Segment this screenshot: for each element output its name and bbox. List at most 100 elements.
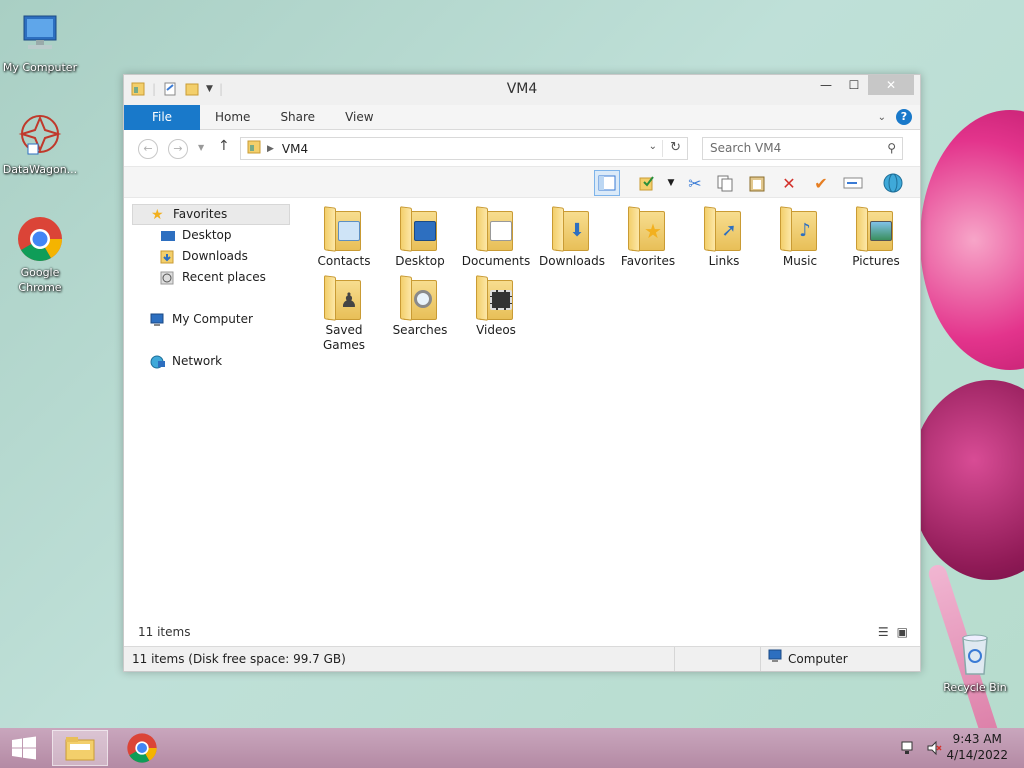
back-button[interactable]: ← <box>138 139 158 159</box>
desktop-icon-label: My Computer <box>2 61 78 74</box>
nav-label: Downloads <box>182 249 248 263</box>
start-button[interactable] <box>0 730 48 766</box>
file-item-saved-games[interactable]: ♟ Saved Games <box>306 270 382 352</box>
file-item-links[interactable]: ➚ Links <box>686 201 762 270</box>
chevron-right-icon[interactable]: ▶ <box>267 144 274 154</box>
checkmark-icon[interactable]: ✔ <box>808 170 834 196</box>
help-icon[interactable]: ? <box>896 109 912 125</box>
nav-item-recent-places[interactable]: Recent places <box>132 267 290 288</box>
ribbon-tabs: File Home Share View ⌄ ? <box>124 105 920 174</box>
refresh-icon[interactable]: ↻ <box>670 140 681 155</box>
downloads-folder-icon: ⬇ <box>552 205 592 252</box>
folder-icon <box>247 140 261 157</box>
star-icon: ★ <box>151 206 164 223</box>
clock-date: 4/14/2022 <box>946 748 1008 762</box>
documents-folder-icon <box>476 205 516 252</box>
status-text: 11 items (Disk free space: 99.7 GB) <box>132 652 346 666</box>
computer-icon <box>768 647 784 671</box>
datawagon-icon <box>16 112 64 160</box>
desktop-icon-recycle-bin[interactable]: Recycle Bin <box>935 630 1015 695</box>
rename-icon[interactable] <box>840 170 866 196</box>
tab-view[interactable]: View <box>330 105 388 129</box>
nav-label: Favorites <box>173 207 228 221</box>
preview-pane-button[interactable] <box>594 170 620 196</box>
nav-item-favorites[interactable]: ★ Favorites <box>132 204 290 225</box>
file-item-searches[interactable]: Searches <box>382 270 458 339</box>
file-item-contacts[interactable]: Contacts <box>306 201 382 270</box>
chevron-down-icon[interactable]: ⌄ <box>649 141 657 152</box>
tab-share[interactable]: Share <box>265 105 330 129</box>
file-item-documents[interactable]: Documents <box>458 201 534 270</box>
desktop-icon-label: Recycle Bin <box>943 681 1007 694</box>
taskbar-clock[interactable]: 9:43 AM 4/14/2022 <box>946 731 1008 763</box>
cut-icon[interactable]: ✂ <box>682 170 708 196</box>
music-folder-icon: ♪ <box>780 205 820 252</box>
file-label: Music <box>782 254 818 268</box>
nav-item-network[interactable]: Network <box>132 351 290 372</box>
navigation-pane: ★ Favorites Desktop Downloads Recent pla… <box>132 204 290 372</box>
large-icons-view-icon[interactable]: ▣ <box>897 625 908 639</box>
file-explorer-icon <box>65 737 95 761</box>
address-path[interactable]: VM4 <box>282 142 308 156</box>
recent-places-icon <box>160 271 176 285</box>
select-icon[interactable] <box>634 170 660 196</box>
search-icon[interactable]: ⚲ <box>887 138 896 159</box>
maximize-button[interactable]: ☐ <box>840 75 868 95</box>
file-item-downloads[interactable]: ⬇ Downloads <box>534 201 610 270</box>
taskbar-chrome[interactable] <box>114 730 170 766</box>
nav-item-downloads[interactable]: Downloads <box>132 246 290 267</box>
tab-home[interactable]: Home <box>200 105 265 129</box>
search-input[interactable]: Search VM4 ⚲ <box>702 137 903 160</box>
chrome-icon <box>127 733 157 763</box>
forward-button[interactable]: → <box>168 139 188 159</box>
chevron-down-icon[interactable]: ▼ <box>658 170 684 196</box>
explorer-window: | ▼ | VM4 — ☐ ✕ File Home Share View ⌄ ?… <box>123 74 921 672</box>
volume-muted-icon[interactable] <box>926 740 942 759</box>
file-item-videos[interactable]: Videos <box>458 270 534 339</box>
address-bar[interactable]: ▶ VM4 ⌄ ↻ <box>240 137 688 160</box>
nav-label: Desktop <box>182 228 232 242</box>
taskbar-file-explorer[interactable] <box>52 730 108 766</box>
file-label: Downloads <box>539 254 605 268</box>
paste-icon[interactable] <box>744 170 770 196</box>
favorites-folder-icon: ★ <box>628 205 668 252</box>
network-tray-icon[interactable] <box>900 740 916 759</box>
copy-icon[interactable] <box>712 170 738 196</box>
file-label: Links <box>708 254 740 268</box>
recent-locations-icon[interactable]: ▼ <box>198 143 204 152</box>
item-count: 11 items <box>138 625 191 639</box>
file-item-music[interactable]: ♪ Music <box>762 201 838 270</box>
desktop-icon-datawagon[interactable]: DataWagon... <box>0 112 80 177</box>
navigation-bar: ← → ▼ ↑ ▶ VM4 ⌄ ↻ Search VM4 ⚲ <box>124 130 920 166</box>
file-item-pictures[interactable]: Pictures <box>838 201 914 270</box>
file-list: Contacts Desktop Documents ⬇ Downloads ★… <box>306 201 916 352</box>
up-arrow-icon[interactable]: ↑ <box>218 138 230 154</box>
file-label: Videos <box>476 323 516 337</box>
nav-label: Recent places <box>182 270 266 284</box>
file-label: Pictures <box>852 254 900 268</box>
search-placeholder: Search VM4 <box>710 141 782 155</box>
close-button[interactable]: ✕ <box>868 75 914 95</box>
videos-folder-icon <box>476 274 516 321</box>
address-divider <box>662 140 663 157</box>
globe-icon[interactable] <box>880 170 906 196</box>
status-bar: 11 items (Disk free space: 99.7 GB) Comp… <box>124 646 920 671</box>
file-label: Documents <box>461 254 531 268</box>
details-view-icon[interactable]: ☰ <box>878 625 889 639</box>
nav-item-desktop[interactable]: Desktop <box>132 225 290 246</box>
expand-ribbon-icon[interactable]: ⌄ <box>878 112 886 123</box>
computer-icon <box>16 10 64 58</box>
desktop-icon-my-computer[interactable]: My Computer <box>0 10 80 75</box>
command-toolbar: ▼ ✂ ✕ ✔ <box>124 166 920 198</box>
nav-label: Network <box>172 354 223 368</box>
window-title: VM4 <box>506 81 538 97</box>
pictures-folder-icon <box>856 205 896 252</box>
file-item-favorites[interactable]: ★ Favorites <box>610 201 686 270</box>
delete-icon[interactable]: ✕ <box>776 170 802 196</box>
nav-item-my-computer[interactable]: My Computer <box>132 309 290 330</box>
desktop-icon-google-chrome[interactable]: Google Chrome <box>0 215 80 295</box>
minimize-button[interactable]: — <box>812 75 840 95</box>
file-item-desktop[interactable]: Desktop <box>382 201 458 270</box>
clock-time: 9:43 AM <box>952 732 1002 746</box>
title-bar[interactable]: | ▼ | VM4 — ☐ ✕ <box>124 75 920 105</box>
